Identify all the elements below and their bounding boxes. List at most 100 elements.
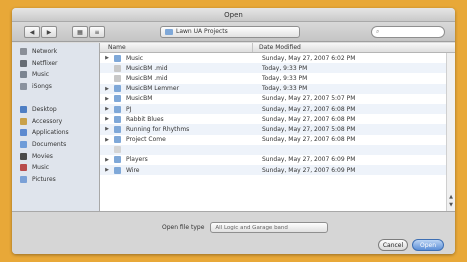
vertical-scrollbar[interactable]: ▲ ▼ [446,53,455,211]
list-view-button[interactable]: ≡ [89,26,105,38]
sidebar-item-isongs[interactable]: iSongs [12,81,99,93]
nav-buttons: ◀ ▶ [24,26,57,38]
file-row[interactable]: ▶ Players Sunday, May 27, 2007 6:09 PM [100,155,455,165]
search-icon: ⌕ [376,28,380,35]
open-button[interactable]: Open [412,239,444,251]
file-name: MusicBM Lemmer [126,85,180,93]
file-type-popup[interactable]: All Logic and Garage band [210,222,329,233]
movies-icon [20,152,27,160]
sidebar-item-music[interactable]: Music [12,162,99,174]
icon-view-button[interactable]: ▦ [72,26,88,38]
file-date: Today, 9:33 PM [262,85,308,93]
disclosure-triangle-icon[interactable]: ▶ [100,126,114,132]
column-date-header[interactable]: Date Modified [253,43,455,52]
file-date: Sunday, May 27, 2007 6:08 PM [262,105,356,113]
file-row[interactable]: ▶ MusicBM Sunday, May 27, 2007 5:07 PM [100,94,455,104]
folder-icon [114,95,121,103]
back-arrow-icon: ◀ [29,28,35,36]
disk-icon [20,59,27,67]
folder-icon [114,166,121,174]
sidebar-item-music[interactable]: Music [12,69,99,81]
file-rows: ▶ Music Sunday, May 27, 2007 6:02 PM MusicB… [100,53,455,176]
document-icon [114,74,121,82]
disclosure-triangle-icon[interactable]: ▶ [100,106,114,112]
path-popup[interactable]: Lawn UA Projects [160,26,300,38]
sidebar-item-movies[interactable]: Movies [12,150,99,162]
browser-area: Network Netflixer Music iSongs Desktop Access… [12,43,455,211]
file-name: Running for Rhythms [126,125,190,133]
file-name: Wire [126,166,140,174]
home-icon [20,117,27,125]
cancel-button[interactable]: Cancel [378,239,408,251]
file-name: Players [126,156,148,164]
sidebar-item-applications[interactable]: Applications [12,127,99,139]
path-label: Lawn UA Projects [176,28,228,35]
sidebar-item-label: Netflixer [32,59,58,67]
file-row[interactable]: MusicBM .mid Today, 9:33 PM [100,63,455,74]
sidebar-item-label: Network [32,48,58,56]
folder-icon [114,115,121,123]
file-row[interactable]: ▶ PJ Sunday, May 27, 2007 6:08 PM [100,103,455,115]
file-name: MusicBM [126,95,153,103]
sidebar-item-pictures[interactable]: Pictures [12,174,99,186]
column-header: Name Date Modified [100,43,455,53]
file-row[interactable]: ▶ Wire Sunday, May 27, 2007 6:09 PM [100,165,455,176]
column-name-header[interactable]: Name [100,43,253,52]
disclosure-triangle-icon[interactable]: ▶ [100,55,114,61]
file-date: Sunday, May 27, 2007 6:08 PM [262,136,356,144]
back-button[interactable]: ◀ [24,26,40,38]
sidebar: Network Netflixer Music iSongs Desktop Access… [12,43,100,211]
disclosure-triangle-icon[interactable]: ▶ [100,86,114,92]
file-name: MusicBM .mid [126,74,168,82]
file-date: Today, 9:33 PM [262,74,308,82]
disclosure-triangle-icon[interactable]: ▶ [100,96,114,102]
folder-icon [114,136,121,144]
folder-icon [114,54,121,62]
document-icon [114,64,121,72]
disk-icon [20,83,27,91]
sidebar-item-label: iSongs [32,83,52,91]
file-row [100,144,455,155]
sidebar-item-label: Movies [32,152,53,160]
file-name: Rabbit Blues [126,115,164,123]
enable-label: Open file type [162,224,205,231]
file-row[interactable]: ▶ Project Come Sunday, May 27, 2007 6:08 P… [100,135,455,145]
sidebar-item-label: Music [32,71,50,79]
sidebar-item-desktop[interactable]: Desktop [12,104,99,116]
sidebar-item-accessory[interactable]: Accessory [12,116,99,128]
file-row[interactable]: ▶ Music Sunday, May 27, 2007 6:02 PM [100,53,455,63]
scroll-down-icon[interactable]: ▼ [448,202,454,210]
documents-icon [20,141,27,149]
window-title: Open [12,8,455,22]
forward-button[interactable]: ▶ [41,26,57,38]
file-row[interactable]: ▶ Running for Rhythms Sunday, May 27, 2007… [100,124,455,135]
document-icon [114,146,121,154]
folder-icon [114,156,121,164]
pictures-icon [20,175,27,183]
file-date: Sunday, May 27, 2007 6:09 PM [262,156,356,164]
disclosure-triangle-icon[interactable]: ▶ [100,116,114,122]
sidebar-item-network[interactable]: Network [12,46,99,58]
sidebar-item-netflixer[interactable]: Netflixer [12,58,99,70]
file-name: Music [126,54,144,62]
file-row[interactable]: ▶ Rabbit Blues Sunday, May 27, 2007 6:08 P… [100,114,455,124]
file-date: Sunday, May 27, 2007 6:09 PM [262,166,356,174]
disclosure-triangle-icon[interactable]: ▶ [100,157,114,163]
icon-view-icon: ▦ [77,28,83,36]
music-icon [20,164,27,172]
dialog-footer: Open file type All Logic and Garage band… [12,211,455,254]
file-row[interactable]: ▶ MusicBM Lemmer Today, 9:33 PM [100,83,455,94]
file-type-value: All Logic and Garage band [215,224,288,231]
view-buttons: ▦ ≡ [72,26,105,38]
disclosure-triangle-icon[interactable]: ▶ [100,137,114,143]
search-input[interactable]: ⌕ [371,26,445,38]
file-row[interactable]: MusicBM .mid Today, 9:33 PM [100,73,455,83]
disclosure-triangle-icon[interactable]: ▶ [100,167,114,173]
open-dialog: Open ◀ ▶ ▦ ≡ Lawn UA Projects ⌕ Network N… [12,8,455,254]
file-list: Name Date Modified ▶ Music Sunday, May 27,… [100,43,455,211]
file-date: Sunday, May 27, 2007 6:08 PM [262,115,356,123]
sidebar-item-label: Music [32,164,50,172]
scroll-up-icon[interactable]: ▲ [448,194,454,202]
sidebar-item-documents[interactable]: Documents [12,139,99,151]
